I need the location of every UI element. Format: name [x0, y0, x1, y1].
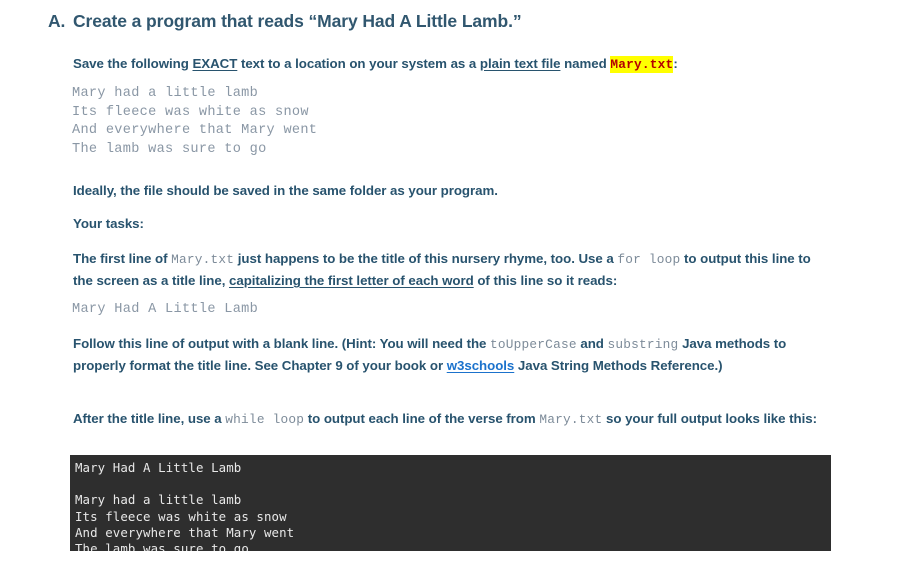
- page-title: A. Create a program that reads “Mary Had…: [48, 11, 868, 32]
- sample-title-line: Mary Had A Little Lamb: [72, 302, 259, 317]
- paragraph-task-three: After the title line, use a while loop t…: [73, 408, 833, 430]
- task2-part2: and: [576, 336, 608, 351]
- inline-code-filename-2: Mary.txt: [539, 412, 603, 427]
- task2-part4: Java String Methods Reference.): [514, 358, 723, 373]
- task1-part4: of this line so it reads:: [473, 273, 618, 288]
- section-marker: A.: [48, 11, 66, 31]
- paragraph-save-instructions: Save the following EXACT text to a locat…: [73, 53, 833, 75]
- your-tasks-label: Your tasks:: [73, 216, 144, 231]
- paragraph-ideally: Ideally, the file should be saved in the…: [73, 183, 498, 198]
- inline-code-filename-1: Mary.txt: [171, 252, 235, 267]
- paragraph-task-two: Follow this line of output with a blank …: [73, 333, 833, 376]
- inline-code-while-loop: while loop: [225, 412, 305, 427]
- task1-part1: The first line of: [73, 251, 172, 266]
- inline-code-for-loop: for loop: [617, 252, 681, 267]
- console-output-box: Mary Had A Little Lamb Mary had a little…: [70, 455, 831, 551]
- task1-part2: just happens to be the title of this nur…: [234, 251, 618, 266]
- save-text-part1: Save the following: [73, 56, 193, 71]
- task3-part2: to output each line of the verse from: [304, 411, 540, 426]
- save-text-part3: named: [560, 56, 611, 71]
- page-title-text: Create a program that reads “Mary Had A …: [73, 11, 522, 31]
- task2-part1: Follow this line of output with a blank …: [73, 336, 491, 351]
- assignment-page: A. Create a program that reads “Mary Had…: [0, 0, 902, 562]
- emphasis-plain-text-file: plain text file: [479, 56, 561, 71]
- file-contents-block: Mary had a little lamb Its fleece was wh…: [72, 86, 318, 157]
- w3schools-link[interactable]: w3schools: [447, 358, 515, 373]
- paragraph-task-one: The first line of Mary.txt just happens …: [73, 248, 833, 291]
- emphasis-capitalizing: capitalizing the first letter of each wo…: [229, 273, 474, 288]
- console-title-line: Mary Had A Little Lamb: [75, 460, 242, 475]
- inline-code-touppercase: toUpperCase: [490, 337, 577, 352]
- save-text-part4: :: [673, 56, 678, 71]
- inline-code-substring: substring: [607, 337, 679, 352]
- save-text-part2: text to a location on your system as a: [237, 56, 480, 71]
- console-body-lines: Mary had a little lamb Its fleece was wh…: [75, 492, 295, 551]
- task3-part3: so your full output looks like this:: [602, 411, 817, 426]
- emphasis-exact: EXACT: [192, 56, 238, 71]
- task3-part1: After the title line, use a: [73, 411, 226, 426]
- highlighted-filename: Mary.txt: [610, 56, 674, 73]
